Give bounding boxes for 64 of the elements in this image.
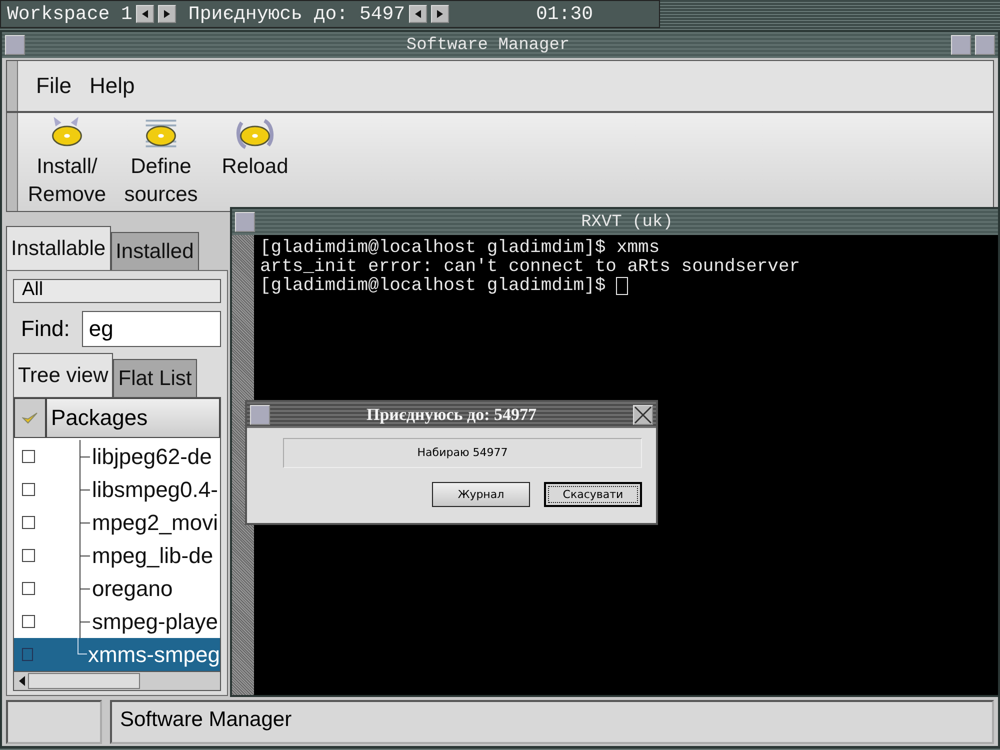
find-label: Find: (21, 316, 70, 342)
previous-button[interactable] (409, 5, 428, 23)
dialog-title: Приєднуюсь до: 54977 (366, 405, 538, 425)
tree-line (79, 440, 91, 473)
window-title: RXVT (uk) (580, 212, 674, 232)
package-row[interactable]: oregano (14, 572, 220, 605)
window-title: Software Manager (405, 36, 571, 54)
checkbox[interactable] (22, 549, 35, 562)
column-header[interactable]: Packages (46, 398, 220, 438)
package-row[interactable]: mpeg_lib-de (14, 539, 220, 572)
check-column-header[interactable] (14, 398, 46, 438)
package-row[interactable]: xmms-smpeg (14, 638, 220, 671)
package-row[interactable]: smpeg-playe (14, 605, 220, 638)
tab[interactable]: Installable (6, 226, 111, 270)
cursor-icon (616, 276, 628, 294)
terminal-line: [gladimdim@localhost gladimdim]$ xmms (260, 238, 660, 258)
menu-item[interactable]: File (36, 73, 72, 99)
tree-line (79, 473, 91, 506)
next-button[interactable] (158, 5, 176, 23)
grip-handle[interactable] (7, 113, 18, 211)
package-row[interactable]: libsmpeg0.4- (14, 473, 220, 506)
tab[interactable]: Flat List (113, 359, 197, 397)
tree-line (79, 506, 91, 539)
window-menu-button[interactable] (235, 212, 255, 232)
window-menu-button[interactable] (5, 35, 25, 55)
scroll-thumb[interactable] (28, 673, 140, 689)
terminal-line: [gladimdim@localhost gladimdim]$ (260, 276, 606, 296)
checkbox[interactable] (22, 648, 34, 661)
close-button[interactable] (633, 405, 653, 425)
status-message: Набираю 54977 (283, 438, 642, 468)
category-dropdown[interactable]: All (13, 279, 221, 303)
left-arrow-icon (414, 10, 422, 18)
window-menu-button[interactable] (250, 405, 270, 425)
terminal-line: arts_init error: can't connect to aRts soundserver (260, 256, 800, 276)
right-arrow-icon (163, 10, 172, 18)
right-arrow-icon (436, 10, 444, 18)
checkbox[interactable] (22, 615, 35, 628)
menu-item[interactable]: Help (89, 73, 135, 99)
horizontal-scrollbar[interactable] (14, 671, 220, 690)
checkbox[interactable] (22, 483, 35, 496)
clock: 01:30 (536, 3, 593, 25)
left-arrow-icon (141, 10, 150, 18)
package-row[interactable]: mpeg2_movi (14, 506, 220, 539)
dialog-button[interactable]: Скасувати (544, 482, 642, 507)
next-button[interactable] (431, 5, 450, 23)
checkbox[interactable] (22, 450, 35, 463)
status-text: Software Manager (110, 700, 994, 744)
maximize-button[interactable] (951, 35, 971, 55)
dialog-button[interactable]: Журнал (432, 482, 530, 507)
workspace-label: Workspace 1 (7, 3, 132, 25)
left-arrow-icon (18, 676, 26, 686)
package-row[interactable]: libjpeg62-de (14, 440, 220, 473)
previous-button[interactable] (136, 5, 154, 23)
tree-line (79, 539, 91, 572)
tab[interactable]: Installed (110, 232, 199, 270)
find-field[interactable]: eg (82, 311, 221, 347)
checkbox[interactable] (22, 516, 35, 529)
tab[interactable]: Tree view (13, 353, 114, 397)
tree-line (79, 572, 91, 605)
checkbox[interactable] (22, 582, 35, 595)
checkmark-icon (22, 411, 38, 425)
close-icon (634, 406, 652, 424)
grip-handle[interactable] (7, 61, 18, 111)
task-label[interactable]: Приєднуюсь до: 5497 (188, 3, 406, 25)
